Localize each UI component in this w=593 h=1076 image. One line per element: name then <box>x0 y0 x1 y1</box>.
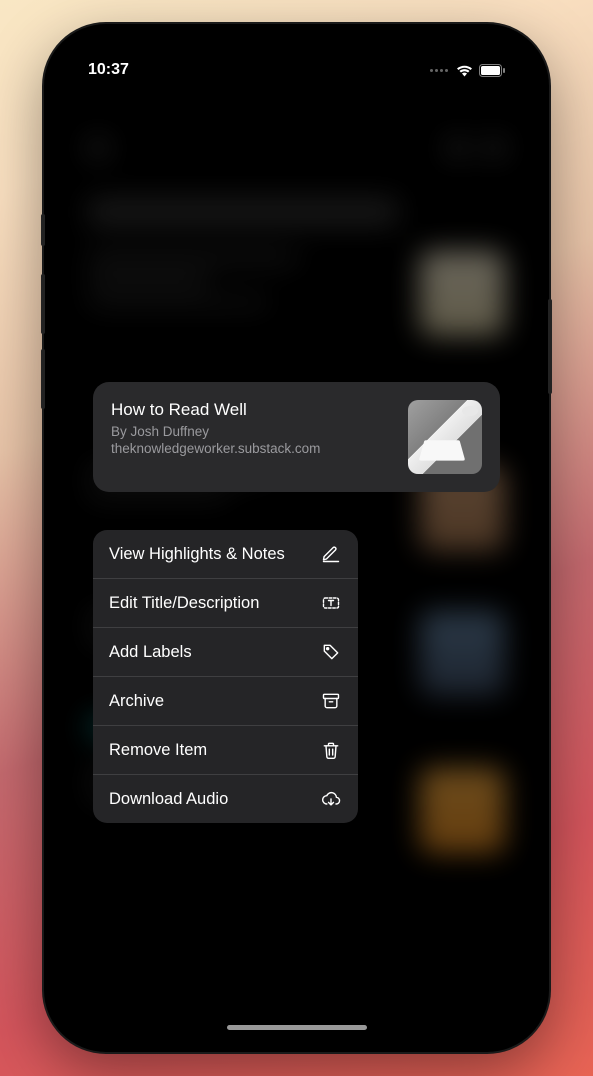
pencil-icon <box>320 543 342 565</box>
screen: 10:37 <box>58 38 535 1038</box>
notch <box>199 38 394 72</box>
text-frame-icon <box>320 592 342 614</box>
volume-down-button <box>41 349 45 409</box>
context-menu: View Highlights & Notes Edit Title/Descr… <box>93 530 358 823</box>
menu-label: Remove Item <box>109 741 207 760</box>
menu-item-edit-title[interactable]: Edit Title/Description <box>93 579 358 628</box>
cellular-dots-icon <box>430 69 448 72</box>
wifi-icon <box>456 64 473 77</box>
archive-icon <box>320 690 342 712</box>
mute-switch <box>41 214 45 246</box>
menu-label: Edit Title/Description <box>109 594 259 613</box>
menu-label: View Highlights & Notes <box>109 545 285 564</box>
status-time: 10:37 <box>88 61 129 79</box>
menu-item-remove[interactable]: Remove Item <box>93 726 358 775</box>
preview-thumbnail <box>408 400 482 474</box>
menu-item-archive[interactable]: Archive <box>93 677 358 726</box>
menu-label: Add Labels <box>109 643 192 662</box>
device-frame: 10:37 <box>44 24 549 1052</box>
trash-icon <box>320 739 342 761</box>
menu-label: Download Audio <box>109 790 228 809</box>
preview-text-block: How to Read Well By Josh Duffney theknow… <box>111 400 394 474</box>
status-icons <box>430 64 505 77</box>
menu-item-add-labels[interactable]: Add Labels <box>93 628 358 677</box>
menu-item-download-audio[interactable]: Download Audio <box>93 775 358 823</box>
volume-up-button <box>41 274 45 334</box>
article-preview-card[interactable]: How to Read Well By Josh Duffney theknow… <box>93 382 500 492</box>
preview-title: How to Read Well <box>111 400 394 420</box>
tag-icon <box>320 641 342 663</box>
power-button <box>548 299 552 394</box>
preview-author: By Josh Duffney <box>111 424 394 439</box>
menu-item-view-highlights[interactable]: View Highlights & Notes <box>93 530 358 579</box>
preview-source: theknowledgeworker.substack.com <box>111 441 394 456</box>
home-indicator[interactable] <box>227 1025 367 1030</box>
battery-icon <box>479 64 505 77</box>
cloud-download-icon <box>320 788 342 810</box>
menu-label: Archive <box>109 692 164 711</box>
